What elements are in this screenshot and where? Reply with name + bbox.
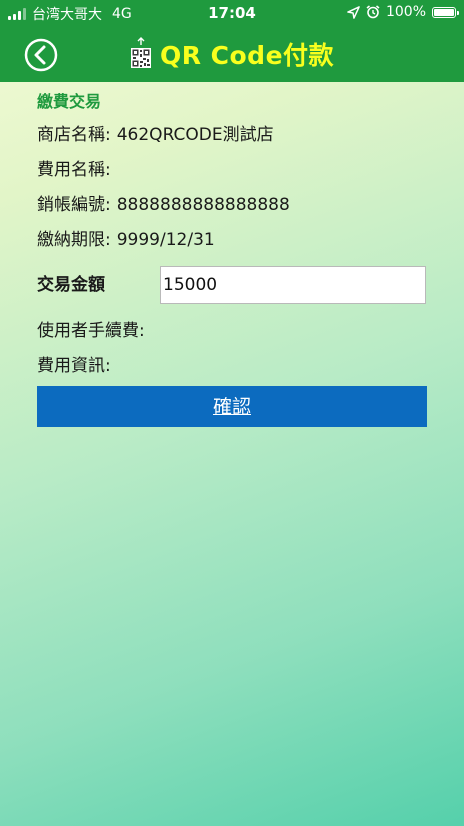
account-number-value: 8888888888888888 — [116, 195, 290, 215]
battery-percent: 100% — [385, 4, 426, 20]
account-number-label: 銷帳編號: — [37, 195, 111, 215]
battery-icon — [432, 6, 459, 18]
fee-name-row: 費用名稱: — [37, 153, 427, 188]
amount-input[interactable] — [160, 266, 426, 304]
page-title: QR Code付款 — [159, 41, 335, 70]
nav-bar: QR Code付款 — [0, 26, 464, 82]
status-bar: 台湾大哥大 4G 17:04 100% — [0, 0, 464, 26]
store-name-row: 商店名稱: 462QRCODE測試店 — [37, 118, 427, 153]
section-title: 繳費交易 — [37, 92, 102, 111]
fee-name-label: 費用名稱: — [37, 160, 111, 180]
deadline-value: 9999/12/31 — [116, 230, 215, 250]
account-number-row: 銷帳編號: 8888888888888888 — [37, 188, 427, 223]
alarm-clock-icon — [366, 5, 380, 19]
location-arrow-icon — [347, 5, 360, 19]
fee-info-label: 費用資訊: — [37, 356, 111, 376]
handling-fee-label: 使用者手續費: — [37, 321, 145, 341]
amount-row: 交易金額 — [37, 266, 427, 304]
amount-label: 交易金額 — [37, 275, 105, 295]
extra-info: 使用者手續費: 費用資訊: — [37, 314, 427, 384]
handling-fee-row: 使用者手續費: — [37, 314, 427, 349]
store-name-value: 462QRCODE測試店 — [116, 125, 274, 145]
qr-code-icon — [130, 37, 151, 68]
store-name-label: 商店名稱: — [37, 125, 111, 145]
fee-info-row: 費用資訊: — [37, 349, 427, 384]
deadline-label: 繳納期限: — [37, 230, 111, 250]
deadline-row: 繳納期限: 9999/12/31 — [37, 223, 427, 258]
status-right: 100% — [347, 4, 459, 20]
nav-title-wrap: QR Code付款 — [0, 26, 464, 82]
confirm-button[interactable]: 確認 — [37, 386, 427, 427]
payment-details: 繳費交易 商店名稱: 462QRCODE測試店 費用名稱: 銷帳編號: 888888… — [37, 82, 427, 384]
battery-fill — [434, 8, 454, 16]
